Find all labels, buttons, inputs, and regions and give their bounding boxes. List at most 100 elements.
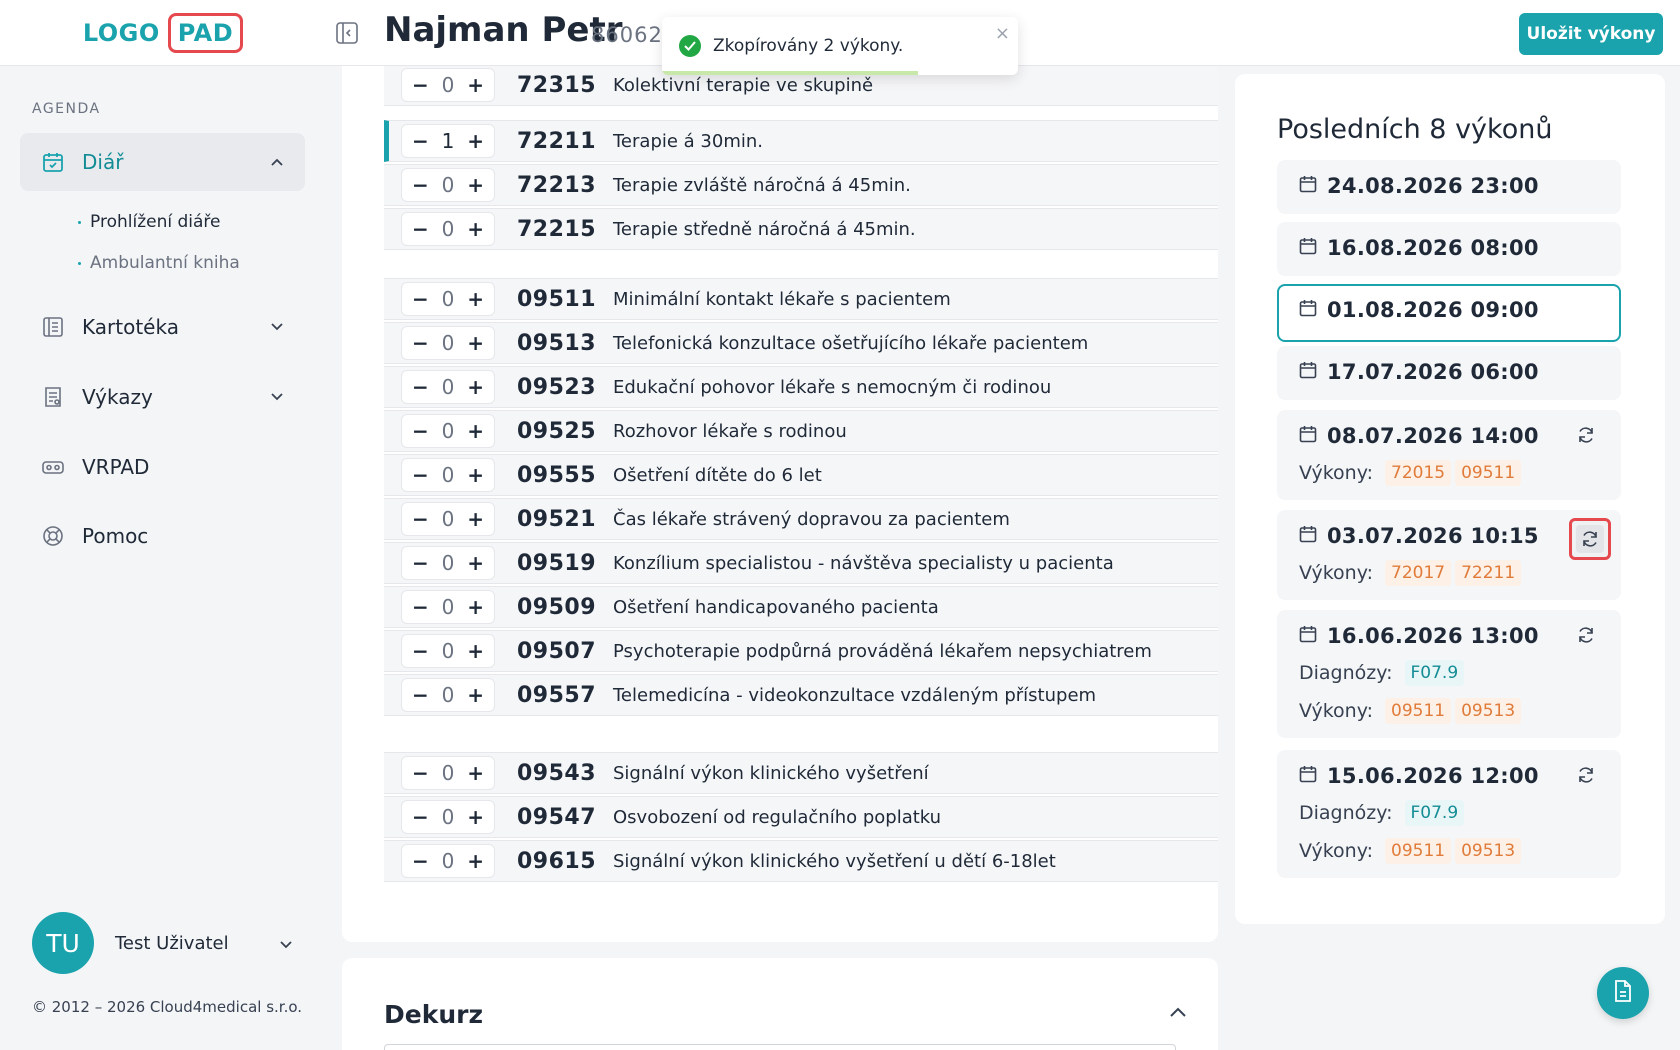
decrement-button[interactable]: − — [412, 129, 429, 153]
sidebar-subitem-ambulantni-kniha[interactable]: Ambulantní kniha — [78, 253, 240, 273]
quantity-value[interactable]: 0 — [442, 805, 455, 829]
increment-button[interactable]: + — [467, 551, 484, 575]
quantity-value[interactable]: 0 — [442, 551, 455, 575]
increment-button[interactable]: + — [467, 331, 484, 355]
recent-entry[interactable]: 01.08.2026 09:00 — [1277, 284, 1621, 342]
sidebar-item-label: Pomoc — [82, 524, 149, 548]
procedure-code: 09555 — [517, 462, 597, 488]
decrement-button[interactable]: − — [412, 287, 429, 311]
copy-procedures-button[interactable] — [1569, 518, 1611, 560]
increment-button[interactable]: + — [467, 73, 484, 97]
logo-bar: LOGO PAD — [0, 0, 326, 66]
decrement-button[interactable]: − — [412, 173, 429, 197]
procedure-description: Signální výkon klinického vyšetření — [613, 762, 929, 784]
decrement-button[interactable]: − — [412, 463, 429, 487]
decrement-button[interactable]: − — [412, 217, 429, 241]
sidebar-item-diar[interactable]: Diář — [20, 133, 305, 191]
procedure-row: −0 +09547 Osvobození od regulačního poplat… — [384, 796, 1218, 838]
recent-entry[interactable]: 15.06.2026 12:00 Diagnózy: F07.9 Výkony: 095… — [1277, 750, 1621, 878]
dekurz-editor[interactable] — [384, 1044, 1176, 1050]
increment-button[interactable]: + — [467, 287, 484, 311]
copy-procedures-button[interactable] — [1573, 424, 1599, 450]
decrement-button[interactable]: − — [412, 639, 429, 663]
increment-button[interactable]: + — [467, 683, 484, 707]
patient-name: Najman Petr — [384, 10, 623, 50]
increment-button[interactable]: + — [467, 507, 484, 531]
copy-procedures-button[interactable] — [1573, 624, 1599, 650]
quantity-value[interactable]: 0 — [442, 73, 455, 97]
decrement-button[interactable]: − — [412, 73, 429, 97]
increment-button[interactable]: + — [467, 463, 484, 487]
increment-button[interactable]: + — [467, 805, 484, 829]
user-menu[interactable]: TU Test Uživatel — [32, 912, 292, 974]
decrement-button[interactable]: − — [412, 331, 429, 355]
sidebar-item-vrpad[interactable]: VRPAD — [20, 438, 305, 496]
quantity-value[interactable]: 0 — [442, 639, 455, 663]
procedure-tag: 09511 — [1385, 838, 1452, 864]
entry-date: 16.08.2026 08:00 — [1299, 236, 1539, 260]
procedure-code: 72215 — [517, 216, 597, 242]
increment-button[interactable]: + — [467, 419, 484, 443]
logo-text-boxed: PAD — [167, 12, 244, 53]
quantity-value[interactable]: 0 — [442, 375, 455, 399]
sidebar-toggle-icon[interactable] — [336, 22, 360, 46]
increment-button[interactable]: + — [467, 639, 484, 663]
sidebar-item-pomoc[interactable]: Pomoc — [20, 507, 305, 565]
sidebar-item-vykazy[interactable]: Výkazy — [20, 368, 305, 426]
quantity-value[interactable]: 0 — [442, 287, 455, 311]
quantity-value[interactable]: 0 — [442, 761, 455, 785]
decrement-button[interactable]: − — [412, 595, 429, 619]
procedure-description: Signální výkon klinického vyšetření u dě… — [613, 850, 1056, 872]
decrement-button[interactable]: − — [412, 507, 429, 531]
decrement-button[interactable]: − — [412, 805, 429, 829]
decrement-button[interactable]: − — [412, 683, 429, 707]
quantity-value[interactable]: 0 — [442, 331, 455, 355]
sidebar-item-label: VRPAD — [82, 455, 150, 479]
recent-entry[interactable]: 03.07.2026 10:15 Výkony: 72017 72211 — [1277, 510, 1621, 600]
increment-button[interactable]: + — [467, 849, 484, 873]
quantity-stepper: −0 + — [401, 502, 495, 536]
increment-button[interactable]: + — [467, 173, 484, 197]
sidebar-subitem-prohlizeni[interactable]: Prohlížení diáře — [78, 212, 220, 232]
procedures-label: Výkony: — [1299, 562, 1373, 584]
chevron-down-icon — [271, 319, 283, 335]
increment-button[interactable]: + — [467, 375, 484, 399]
entry-date-text: 01.08.2026 09:00 — [1327, 298, 1539, 322]
decrement-button[interactable]: − — [412, 419, 429, 443]
quantity-value[interactable]: 0 — [442, 849, 455, 873]
dekurz-title: Dekurz — [384, 1000, 484, 1029]
increment-button[interactable]: + — [467, 217, 484, 241]
quantity-stepper: −0 + — [401, 844, 495, 878]
sidebar: LOGO PAD AGENDA Diář Prohlížení diáře Am… — [0, 0, 326, 1050]
quantity-value[interactable]: 1 — [442, 129, 455, 153]
document-fab-button[interactable] — [1597, 967, 1649, 1019]
quantity-value[interactable]: 0 — [442, 683, 455, 707]
close-icon[interactable]: × — [995, 23, 1010, 44]
decrement-button[interactable]: − — [412, 375, 429, 399]
decrement-button[interactable]: − — [412, 849, 429, 873]
diagnoses-label: Diagnózy: — [1299, 802, 1393, 824]
quantity-value[interactable]: 0 — [442, 217, 455, 241]
procedures-label: Výkony: — [1299, 840, 1373, 862]
recent-entry[interactable]: 08.07.2026 14:00 Výkony: 72015 09511 — [1277, 410, 1621, 500]
quantity-value[interactable]: 0 — [442, 419, 455, 443]
quantity-value[interactable]: 0 — [442, 507, 455, 531]
save-button[interactable]: Uložit výkony — [1519, 13, 1663, 55]
chevron-up-icon[interactable] — [1170, 1002, 1186, 1021]
procedure-row: −0 +09523 Edukační pohovor lékaře s nemocn… — [384, 366, 1218, 408]
decrement-button[interactable]: − — [412, 761, 429, 785]
quantity-value[interactable]: 0 — [442, 595, 455, 619]
decrement-button[interactable]: − — [412, 551, 429, 575]
recent-entry[interactable]: 17.07.2026 06:00 — [1277, 346, 1621, 400]
quantity-value[interactable]: 0 — [442, 463, 455, 487]
sidebar-item-kartoteka[interactable]: Kartotéka — [20, 298, 305, 356]
recent-entry[interactable]: 16.08.2026 08:00 — [1277, 222, 1621, 276]
copy-procedures-button[interactable] — [1573, 764, 1599, 790]
increment-button[interactable]: + — [467, 129, 484, 153]
quantity-value[interactable]: 0 — [442, 173, 455, 197]
increment-button[interactable]: + — [467, 761, 484, 785]
increment-button[interactable]: + — [467, 595, 484, 619]
recent-entry[interactable]: 24.08.2026 23:00 — [1277, 160, 1621, 214]
logo[interactable]: LOGO PAD — [83, 12, 244, 53]
recent-entry[interactable]: 16.06.2026 13:00 Diagnózy: F07.9 Výkony: 095… — [1277, 610, 1621, 738]
